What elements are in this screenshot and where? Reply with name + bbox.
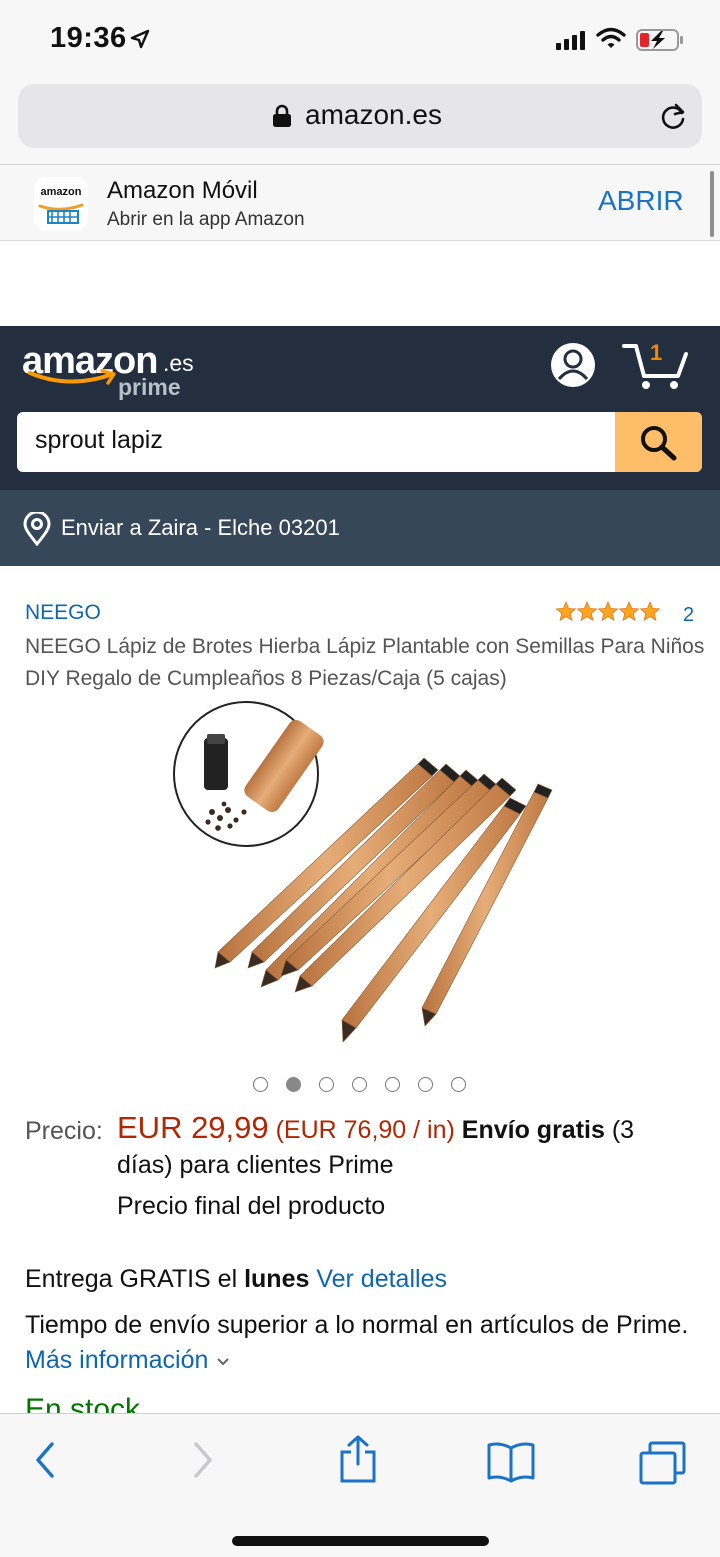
app-icon-label: amazon bbox=[40, 186, 82, 198]
logo-tld: .es bbox=[163, 350, 194, 376]
price-value: EUR 29,99 bbox=[117, 1110, 269, 1145]
account-icon[interactable] bbox=[550, 342, 596, 393]
home-indicator[interactable] bbox=[232, 1536, 489, 1546]
see-details-link[interactable]: Ver detalles bbox=[316, 1265, 447, 1293]
price-label: Precio: bbox=[25, 1117, 103, 1145]
shipping-notice: Tiempo de envío superior a lo normal en … bbox=[25, 1308, 695, 1378]
back-icon[interactable] bbox=[32, 1440, 58, 1485]
share-icon[interactable] bbox=[338, 1434, 378, 1489]
location-arrow-icon bbox=[130, 29, 150, 54]
product-image[interactable] bbox=[160, 700, 560, 1065]
amazon-header: amazon .es prime 1 sprout lapiz bbox=[0, 326, 720, 490]
delivery-info: Entrega GRATIS el lunes Ver detalles bbox=[25, 1265, 447, 1294]
smart-app-banner: amazon Amazon Móvil Abrir en la app Amaz… bbox=[0, 164, 720, 241]
unit-price: (EUR 76,90 / in) bbox=[275, 1116, 455, 1144]
wifi-icon bbox=[596, 26, 626, 55]
app-banner-subtitle: Abrir en la app Amazon bbox=[107, 209, 305, 230]
more-info-link[interactable]: Más información bbox=[25, 1346, 208, 1374]
star-rating[interactable] bbox=[556, 600, 660, 629]
search-button[interactable] bbox=[615, 412, 702, 472]
brand-link[interactable]: NEEGO bbox=[25, 601, 101, 625]
address-bar[interactable]: amazon.es bbox=[18, 84, 702, 148]
carousel-dot[interactable] bbox=[352, 1077, 367, 1092]
browser-chrome: amazon.es bbox=[0, 80, 720, 164]
bookmarks-icon[interactable] bbox=[486, 1440, 536, 1489]
search-bar: sprout lapiz bbox=[17, 412, 702, 472]
tabs-icon[interactable] bbox=[638, 1440, 688, 1491]
five-stars-icon bbox=[556, 601, 660, 621]
reload-icon[interactable] bbox=[658, 102, 688, 137]
final-price-note: Precio final del producto bbox=[117, 1192, 386, 1220]
carousel-dot-active[interactable] bbox=[286, 1077, 301, 1092]
shipping-notice-text: Tiempo de envío superior a lo normal en … bbox=[25, 1311, 689, 1339]
delivery-day: lunes bbox=[244, 1265, 310, 1293]
logo-prime: prime bbox=[118, 374, 181, 400]
forward-icon[interactable] bbox=[190, 1440, 216, 1485]
carousel-dot[interactable] bbox=[451, 1077, 466, 1092]
product-title: NEEGO Lápiz de Brotes Hierba Lápiz Plant… bbox=[25, 635, 705, 690]
status-time: 19:36 bbox=[50, 22, 127, 54]
search-icon bbox=[641, 426, 677, 461]
url-text: amazon.es bbox=[305, 99, 442, 130]
carousel-dot[interactable] bbox=[319, 1077, 334, 1092]
deliver-to-bar[interactable]: Enviar a Zaira - Elche 03201 bbox=[0, 490, 720, 566]
page: 19:36 amazon.es amazon Amazon Móvil Abri… bbox=[0, 0, 720, 1557]
app-banner-title: Amazon Móvil bbox=[107, 177, 258, 204]
cart-count-badge: 1 bbox=[650, 340, 663, 365]
status-bar: 19:36 bbox=[0, 0, 720, 80]
search-input[interactable]: sprout lapiz bbox=[35, 426, 163, 455]
amazon-app-icon: amazon bbox=[34, 177, 88, 231]
carousel-dot[interactable] bbox=[385, 1077, 400, 1092]
price-block: EUR 29,99 (EUR 76,90 / in) Envío gratis … bbox=[117, 1110, 677, 1183]
lock-icon bbox=[272, 104, 292, 133]
smile-arrow-icon bbox=[28, 369, 116, 385]
carousel-dot[interactable] bbox=[418, 1077, 433, 1092]
cellular-signal-icon bbox=[556, 30, 588, 55]
browser-toolbar bbox=[0, 1413, 720, 1557]
free-shipping: Envío gratis bbox=[461, 1116, 605, 1144]
deliver-to-text: Enviar a Zaira - Elche 03201 bbox=[61, 515, 340, 540]
location-pin-icon bbox=[22, 510, 52, 551]
chevron-down-icon bbox=[217, 1358, 230, 1366]
shopping-basket-icon bbox=[38, 203, 84, 224]
carousel-dot[interactable] bbox=[253, 1077, 268, 1092]
scrollbar bbox=[710, 171, 714, 237]
rating-count[interactable]: 2 bbox=[683, 604, 694, 627]
battery-charging-icon bbox=[636, 28, 684, 57]
open-app-button[interactable]: ABRIR bbox=[598, 185, 684, 217]
delivery-prefix: Entrega GRATIS el bbox=[25, 1265, 245, 1293]
